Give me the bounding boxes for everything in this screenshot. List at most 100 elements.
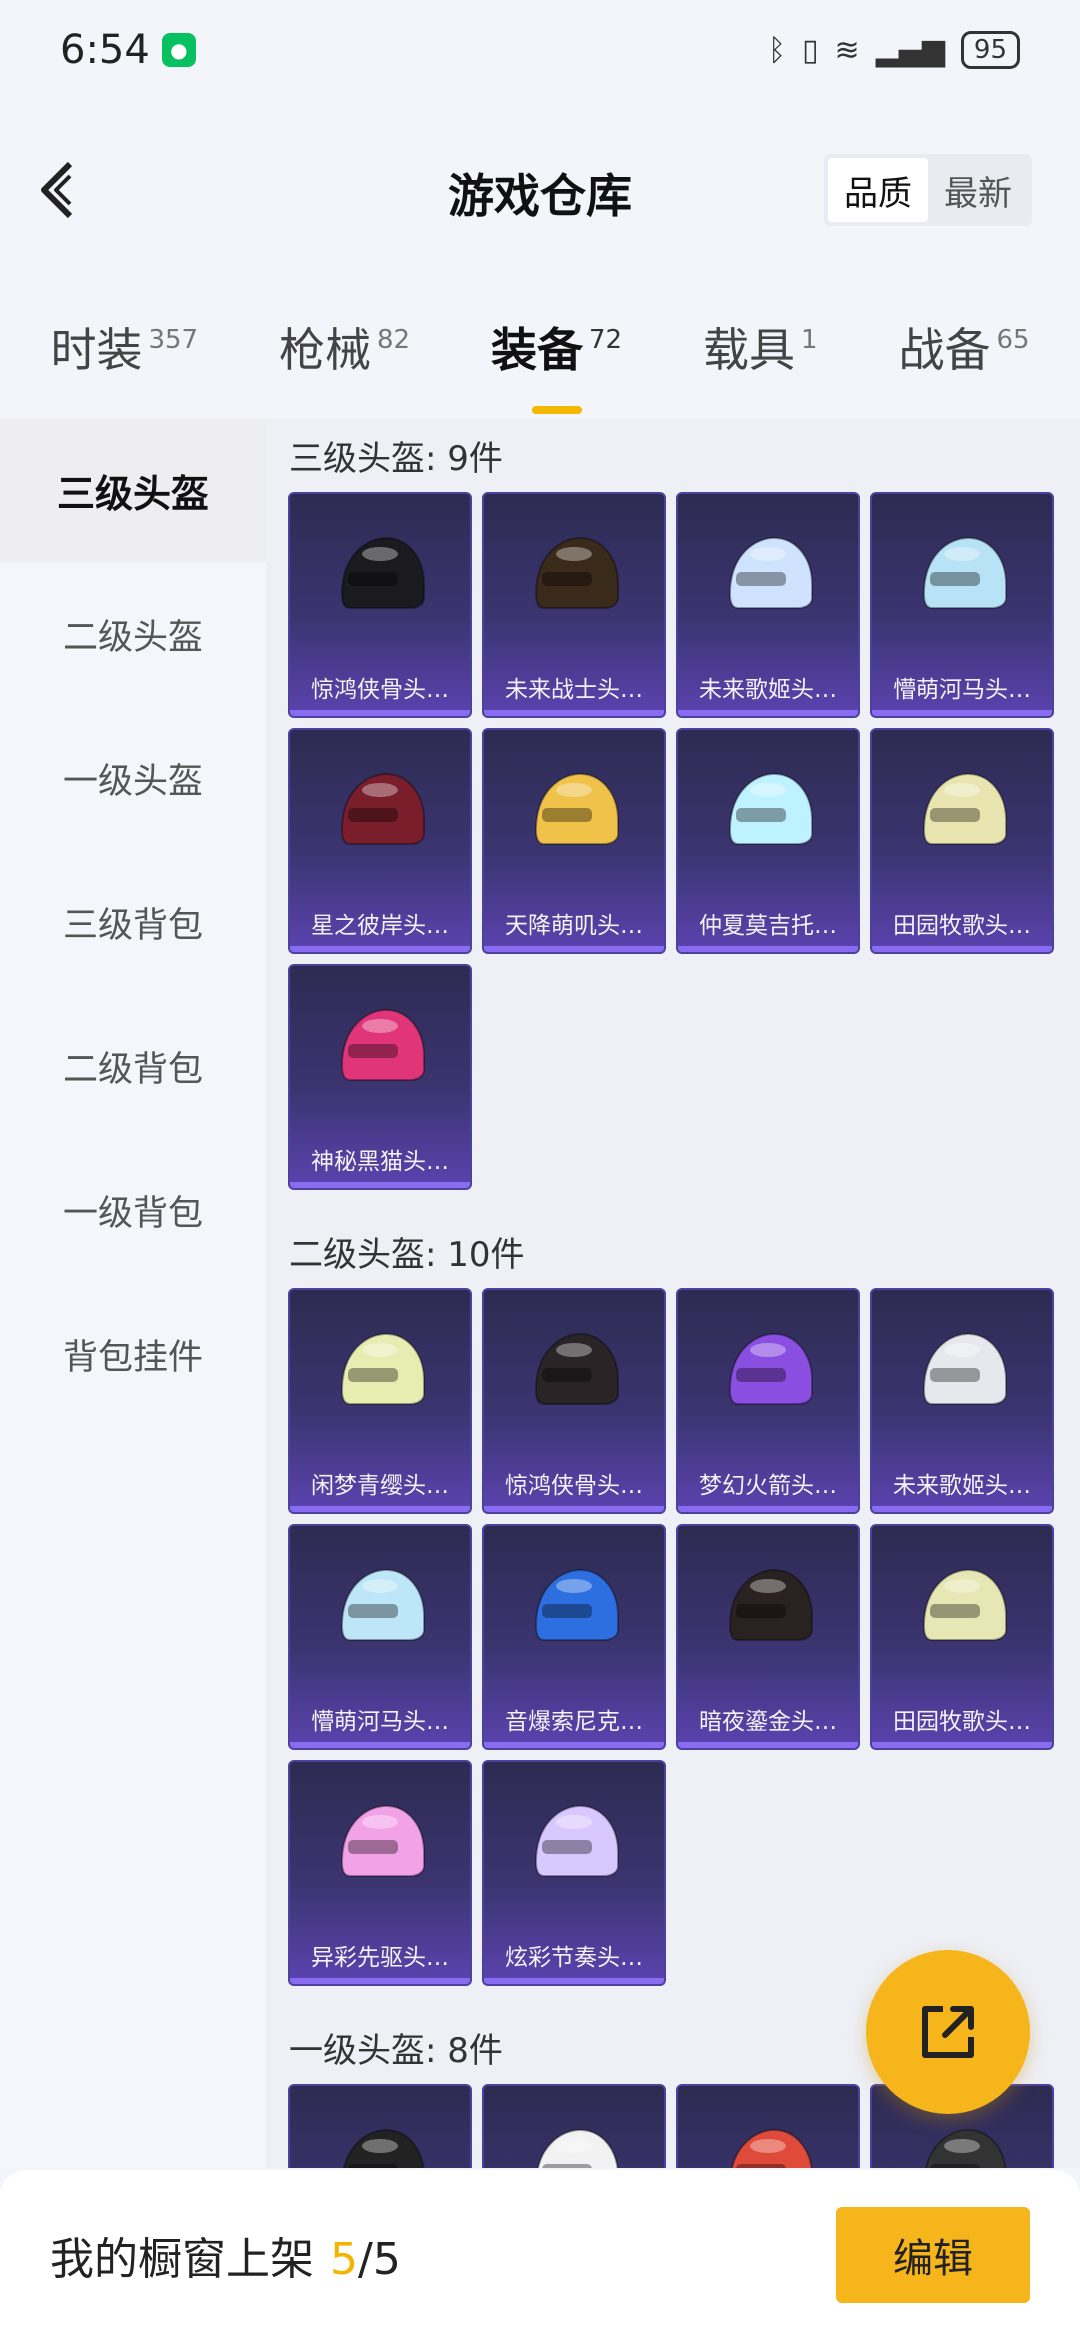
- header: 游戏仓库 品质 最新: [0, 130, 1080, 250]
- item-name: 暗夜鎏金头…: [699, 1709, 837, 1735]
- helmet-icon: [340, 1568, 425, 1641]
- item-card[interactable]: 未来歌姬头…: [676, 492, 860, 718]
- section-title: 三级头盔: 9件: [289, 438, 503, 479]
- item-card[interactable]: 田园牧歌头…: [870, 728, 1054, 954]
- item-name: 炫彩节奏头…: [505, 1945, 643, 1971]
- wechat-icon: ●: [161, 33, 196, 67]
- tab-weapons[interactable]: 枪械 82: [279, 290, 410, 380]
- item-card[interactable]: 炫彩节奏头…: [482, 1760, 666, 1986]
- sort-quality-button[interactable]: 品质: [828, 158, 928, 222]
- helmet-icon: [343, 2128, 425, 2168]
- item-card[interactable]: 懵萌河马头…: [870, 492, 1054, 718]
- item-card[interactable]: [482, 2084, 666, 2168]
- bluetooth-icon: ᛒ: [768, 32, 787, 68]
- edit-button[interactable]: 编辑: [836, 2207, 1030, 2303]
- helmet-icon: [922, 772, 1007, 845]
- item-name: 闲梦青缨头…: [311, 1473, 449, 1499]
- item-name: 异彩先驱头…: [311, 1945, 449, 1971]
- tab-count: 65: [996, 325, 1030, 355]
- showcase-label: 我的橱窗上架: [50, 2234, 314, 2285]
- item-card[interactable]: 神秘黑猫头…: [288, 964, 472, 1190]
- item-name: 田园牧歌头…: [893, 913, 1031, 939]
- item-grid: 闲梦青缨头… 惊鸿侠骨头… 梦幻火箭头… 未来歌姬头… 懵萌河马头… 音爆索尼克… 暗夜鎏金…: [266, 1288, 1080, 1986]
- helmet-icon: [922, 1568, 1007, 1641]
- item-card[interactable]: 闲梦青缨头…: [288, 1288, 472, 1514]
- signal-4g-icon: ▂▄▆: [875, 32, 945, 68]
- showcase-count: 5: [330, 2234, 358, 2285]
- item-card[interactable]: 音爆索尼克…: [482, 1524, 666, 1750]
- section-title: 二级头盔: 10件: [289, 1234, 525, 1275]
- item-card[interactable]: [676, 2084, 860, 2168]
- item-name: 天降萌叽头…: [505, 913, 643, 939]
- sidebar-item-level1-backpack[interactable]: 一级背包: [0, 1138, 266, 1282]
- item-name: 惊鸿侠骨头…: [505, 1473, 643, 1499]
- item-name: 田园牧歌头…: [893, 1709, 1031, 1735]
- item-card[interactable]: [288, 2084, 472, 2168]
- tab-count: 357: [148, 325, 199, 355]
- sort-toggle: 品质 最新: [824, 154, 1032, 226]
- item-card[interactable]: 未来歌姬头…: [870, 1288, 1054, 1514]
- item-card[interactable]: 梦幻火箭头…: [676, 1288, 860, 1514]
- item-name: 未来歌姬头…: [893, 1473, 1031, 1499]
- status-time: 6:54: [60, 27, 150, 73]
- item-list[interactable]: 三级头盔: 9件惊鸿侠骨头… 未来战士头… 未来歌姬头… 懵萌河马头… 星之彼岸头… 天降…: [266, 418, 1080, 2168]
- helmet-icon: [728, 536, 813, 609]
- helmet-icon: [534, 536, 619, 609]
- helmet-icon: [922, 1332, 1007, 1405]
- item-card[interactable]: 田园牧歌头…: [870, 1524, 1054, 1750]
- tab-label: 枪械: [279, 323, 371, 377]
- external-link-icon: [922, 2006, 974, 2058]
- helmet-icon: [534, 1804, 619, 1877]
- item-card[interactable]: 暗夜鎏金头…: [676, 1524, 860, 1750]
- item-card[interactable]: 懵萌河马头…: [288, 1524, 472, 1750]
- sidebar-item-backpack-charm[interactable]: 背包挂件: [0, 1282, 266, 1426]
- sidebar-item-level3-helmet[interactable]: 三级头盔: [0, 418, 266, 562]
- sidebar-item-level2-helmet[interactable]: 二级头盔: [0, 562, 266, 706]
- tab-indicator: [531, 406, 582, 414]
- tab-equipment[interactable]: 装备 72: [491, 290, 622, 414]
- helmet-icon: [340, 1332, 425, 1405]
- item-name: 梦幻火箭头…: [699, 1473, 837, 1499]
- item-card[interactable]: 惊鸿侠骨头…: [288, 492, 472, 718]
- battery-icon: 95: [960, 31, 1020, 69]
- item-card[interactable]: 星之彼岸头…: [288, 728, 472, 954]
- item-name: 神秘黑猫头…: [311, 1149, 449, 1175]
- sidebar: 三级头盔 二级头盔 一级头盔 三级背包 二级背包 一级背包 背包挂件: [0, 418, 266, 2168]
- sidebar-item-level1-helmet[interactable]: 一级头盔: [0, 706, 266, 850]
- tab-vehicles[interactable]: 载具 1: [703, 290, 818, 380]
- item-card[interactable]: 天降萌叽头…: [482, 728, 666, 954]
- item-name: 仲夏莫吉托…: [699, 913, 837, 939]
- bottom-bar: 我的橱窗上架 5 / 5 编辑: [0, 2170, 1080, 2340]
- tab-count: 1: [801, 325, 818, 355]
- item-card[interactable]: 仲夏莫吉托…: [676, 728, 860, 954]
- item-name: 惊鸿侠骨头…: [311, 677, 449, 703]
- vibrate-icon: ▯: [802, 32, 819, 68]
- helmet-icon: [925, 2128, 1007, 2168]
- tab-supplies[interactable]: 战备 65: [898, 290, 1029, 380]
- item-name: 星之彼岸头…: [311, 913, 449, 939]
- helmet-icon: [340, 1008, 425, 1081]
- helmet-icon: [728, 1332, 813, 1405]
- item-name: 未来歌姬头…: [699, 677, 837, 703]
- helmet-icon: [534, 1332, 619, 1405]
- showcase-status: 我的橱窗上架 5 / 5: [50, 2223, 401, 2287]
- tab-fashion[interactable]: 时装 357: [50, 290, 198, 380]
- tab-count: 82: [377, 325, 411, 355]
- item-card[interactable]: 异彩先驱头…: [288, 1760, 472, 1986]
- item-card[interactable]: 惊鸿侠骨头…: [482, 1288, 666, 1514]
- item-card[interactable]: 未来战士头…: [482, 492, 666, 718]
- sort-latest-button[interactable]: 最新: [928, 158, 1028, 222]
- battery-level: 95: [973, 35, 1007, 65]
- helmet-icon: [340, 1804, 425, 1877]
- helmet-icon: [534, 772, 619, 845]
- sidebar-item-level2-backpack[interactable]: 二级背包: [0, 994, 266, 1138]
- sidebar-item-level3-backpack[interactable]: 三级背包: [0, 850, 266, 994]
- item-name: 音爆索尼克…: [505, 1709, 643, 1735]
- category-tabs: 时装 357 枪械 82 装备 72 载具 1 战备 65: [0, 290, 1080, 414]
- showcase-sep: /: [358, 2234, 373, 2285]
- helmet-icon: [922, 536, 1007, 609]
- share-button[interactable]: [866, 1950, 1030, 2114]
- tab-label: 时装: [50, 323, 143, 377]
- helmet-icon: [728, 1568, 813, 1641]
- item-name: 懵萌河马头…: [893, 677, 1031, 703]
